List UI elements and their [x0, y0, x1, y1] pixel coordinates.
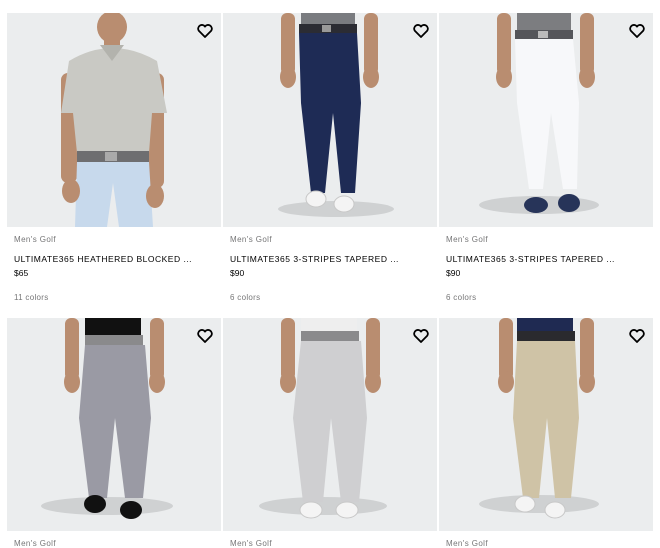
color-count[interactable]: 6 colors [230, 293, 260, 302]
wishlist-heart-icon[interactable] [413, 24, 429, 38]
product-card[interactable]: Men's Golf [7, 318, 221, 548]
product-category: Men's Golf [230, 539, 272, 548]
product-card[interactable]: Men's Golf ULTIMATE365 3-STRIPES TAPERED… [223, 13, 437, 313]
light-grey-pants-image [223, 318, 437, 531]
product-card[interactable]: Men's Golf ULTIMATE365 HEATHERED BLOCKED… [7, 13, 221, 313]
polo-and-pants-image [7, 13, 221, 227]
product-grid: Men's Golf ULTIMATE365 HEATHERED BLOCKED… [0, 0, 660, 548]
color-count[interactable]: 11 colors [14, 293, 49, 302]
product-category: Men's Golf [14, 539, 56, 548]
product-image[interactable] [223, 318, 437, 531]
khaki-pants-image [439, 318, 653, 531]
product-price: $90 [446, 268, 461, 278]
wishlist-heart-icon[interactable] [197, 329, 213, 343]
grey-pants-image [7, 318, 221, 531]
wishlist-heart-icon[interactable] [629, 329, 645, 343]
navy-pants-image [223, 13, 437, 227]
product-price: $65 [14, 268, 29, 278]
product-image[interactable] [223, 13, 437, 227]
product-image[interactable] [7, 13, 221, 227]
product-category: Men's Golf [14, 235, 56, 244]
product-card[interactable]: Men's Golf ULTIMATE365 3-STRIPES TAPERED… [439, 13, 653, 313]
product-category: Men's Golf [230, 235, 272, 244]
product-card[interactable]: Men's Golf [439, 318, 653, 548]
product-image[interactable] [439, 13, 653, 227]
product-image[interactable] [7, 318, 221, 531]
product-image[interactable] [439, 318, 653, 531]
product-name[interactable]: ULTIMATE365 HEATHERED BLOCKED ... [14, 254, 192, 264]
product-card[interactable]: Men's Golf [223, 318, 437, 548]
wishlist-heart-icon[interactable] [413, 329, 429, 343]
wishlist-heart-icon[interactable] [629, 24, 645, 38]
product-category: Men's Golf [446, 235, 488, 244]
product-name[interactable]: ULTIMATE365 3-STRIPES TAPERED ... [230, 254, 399, 264]
product-name[interactable]: ULTIMATE365 3-STRIPES TAPERED ... [446, 254, 615, 264]
wishlist-heart-icon[interactable] [197, 24, 213, 38]
product-category: Men's Golf [446, 539, 488, 548]
color-count[interactable]: 6 colors [446, 293, 476, 302]
white-pants-image [439, 13, 653, 227]
product-price: $90 [230, 268, 245, 278]
